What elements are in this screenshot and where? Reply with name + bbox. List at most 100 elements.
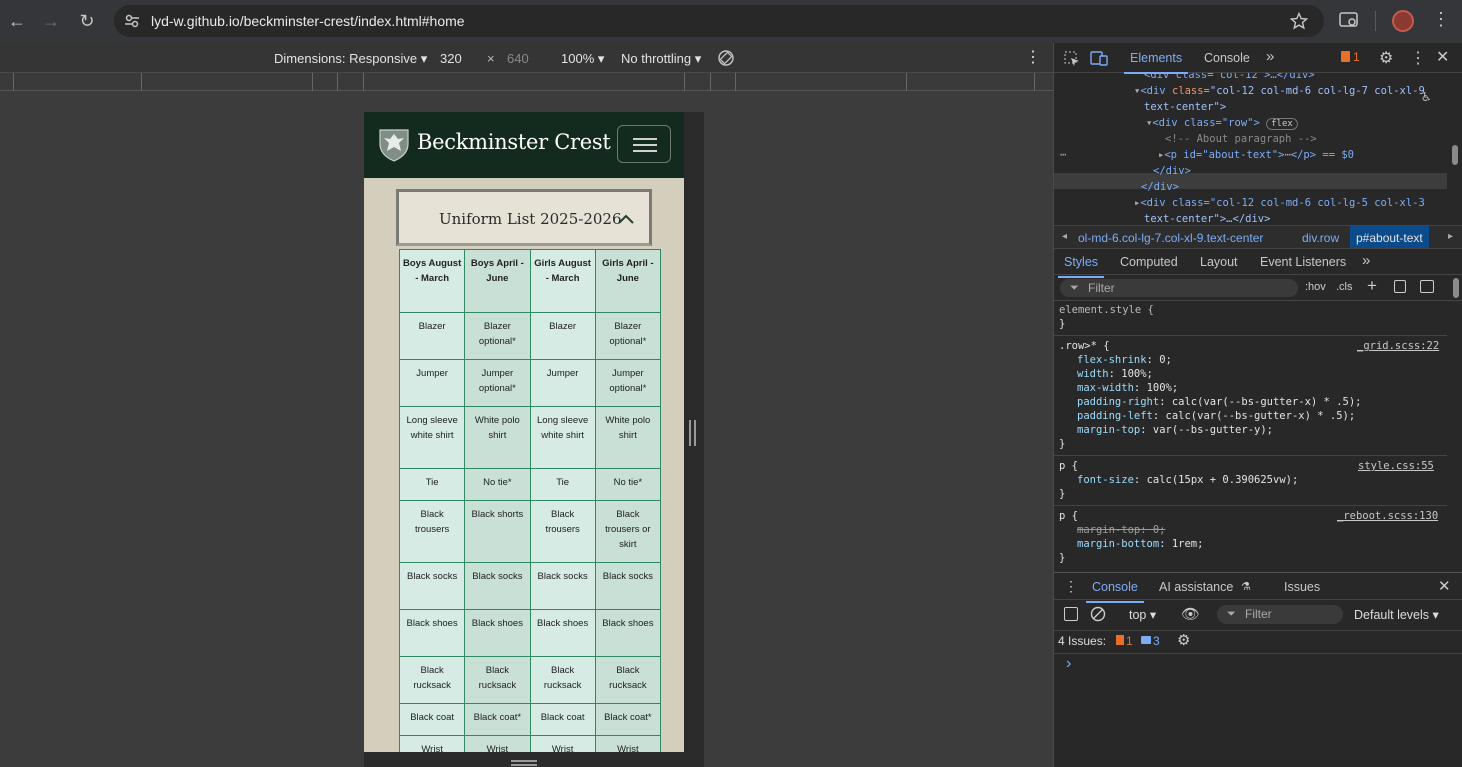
throttling-dropdown[interactable]: No throttling ▾ <box>621 51 701 67</box>
rule-selector[interactable]: p { <box>1059 509 1078 523</box>
context-dropdown[interactable]: top ▾ <box>1129 607 1156 622</box>
table-cell: Black rucksack <box>529 656 596 704</box>
css-declaration[interactable]: padding-left: calc(var(--bs-gutter-x) * … <box>1077 409 1355 423</box>
styles-filter-input[interactable]: ⏷ Filter <box>1060 279 1298 297</box>
dimensions-dropdown[interactable]: Dimensions: Responsive ▾ <box>274 51 427 67</box>
console-prompt[interactable]: › <box>1066 655 1071 673</box>
hamburger-menu-button[interactable] <box>617 125 671 163</box>
element-style-selector[interactable]: element.style { <box>1059 303 1154 317</box>
inspect-element-icon[interactable] <box>1064 51 1080 67</box>
bookmark-star-icon[interactable] <box>1290 12 1308 30</box>
crest-logo-icon[interactable] <box>378 126 410 162</box>
dom-line[interactable]: ▸<p id="about-text">⋯</p> == $0 <box>1158 147 1354 163</box>
dom-line[interactable]: ▾<div class="row"> flex <box>1146 115 1298 132</box>
drawer-tab-console[interactable]: Console <box>1086 580 1144 603</box>
devtools-menu-icon[interactable]: ⋮ <box>1410 48 1426 68</box>
issues-count[interactable]: 1 <box>1353 50 1360 64</box>
rule-selector[interactable]: .row>* { <box>1059 339 1110 353</box>
device-more-icon[interactable]: ⋮ <box>1025 47 1041 67</box>
console-settings-gear-icon[interactable]: ⚙ <box>1177 631 1190 649</box>
settings-gear-icon[interactable]: ⚙ <box>1379 48 1393 68</box>
new-rule-icon[interactable]: + <box>1367 276 1377 296</box>
drawer-tab-ai-assistance[interactable]: AI assistance <box>1159 580 1233 594</box>
tab-elements[interactable]: Elements <box>1123 51 1189 74</box>
height-input[interactable]: 640 <box>507 51 529 66</box>
drawer-menu-icon[interactable]: ⋮ <box>1064 578 1078 595</box>
issues-errors-count[interactable]: 1 <box>1126 634 1133 648</box>
css-declaration[interactable]: margin-bottom: 1rem; <box>1077 537 1203 551</box>
css-declaration[interactable]: font-size: calc(15px + 0.390625vw); <box>1077 473 1298 487</box>
dom-line[interactable]: </div> <box>1153 163 1191 179</box>
site-settings-icon[interactable] <box>124 13 140 29</box>
more-tabs-icon[interactable]: » <box>1266 48 1274 65</box>
rule-source-link[interactable]: style.css:55 <box>1358 459 1434 473</box>
resize-handle-bottom[interactable] <box>364 752 704 767</box>
css-declaration[interactable]: padding-right: calc(var(--bs-gutter-x) *… <box>1077 395 1362 409</box>
live-expression-eye-icon[interactable]: 👁 <box>1181 605 1200 623</box>
issues-summary-label[interactable]: 4 Issues: <box>1058 634 1106 648</box>
browser-menu-icon[interactable]: ⋮ <box>1432 9 1450 30</box>
forward-icon[interactable]: → <box>40 10 62 32</box>
width-input[interactable]: 320 <box>440 51 462 66</box>
console-filter-input[interactable]: ⏷ Filter <box>1217 605 1343 624</box>
styles-scrollbar[interactable] <box>1453 278 1459 298</box>
breadcrumb-left-icon[interactable]: ◂ <box>1062 231 1067 242</box>
drawer-tab-issues[interactable]: Issues <box>1284 580 1320 594</box>
rule-source-link[interactable]: _grid.scss:22 <box>1357 339 1439 353</box>
uniform-accordion-header[interactable]: Uniform List 2025-2026 <box>396 189 652 246</box>
clear-console-icon[interactable] <box>1090 606 1106 622</box>
reload-icon[interactable]: ↻ <box>76 10 98 32</box>
dom-comment[interactable]: <!-- About paragraph --> <box>1165 131 1317 147</box>
table-cell: Black shoes <box>464 609 531 657</box>
tab-computed[interactable]: Computed <box>1120 255 1178 269</box>
issues-info-count[interactable]: 3 <box>1153 634 1160 648</box>
table-cell: Wrist <box>594 735 662 752</box>
dom-line[interactable]: ▸<div class="col-12 col-md-6 col-lg-5 co… <box>1134 195 1425 211</box>
tab-console[interactable]: Console <box>1204 51 1250 65</box>
css-declaration[interactable]: max-width: 100%; <box>1077 381 1178 395</box>
breadcrumb-right-icon[interactable]: ▸ <box>1448 231 1453 242</box>
rotate-icon[interactable] <box>717 49 735 67</box>
close-drawer-icon[interactable]: ✕ <box>1438 577 1451 595</box>
dom-more-icon[interactable]: ⋯ <box>1060 147 1066 163</box>
issues-flag-icon[interactable] <box>1341 51 1350 62</box>
back-icon[interactable]: ← <box>6 10 28 32</box>
dom-line[interactable]: text-center"> <box>1144 99 1226 115</box>
address-bar[interactable]: lyd-w.github.io/beckminster-crest/index.… <box>114 5 1324 37</box>
tab-styles[interactable]: Styles <box>1057 255 1105 278</box>
profile-avatar[interactable] <box>1392 10 1414 32</box>
css-declaration[interactable]: width: 100%; <box>1077 367 1153 381</box>
flex-badge[interactable]: flex <box>1266 118 1298 130</box>
zoom-dropdown[interactable]: 100% ▾ <box>561 51 604 67</box>
close-devtools-icon[interactable]: ✕ <box>1436 47 1449 67</box>
dom-scrollbar[interactable] <box>1452 145 1458 165</box>
cast-icon[interactable] <box>1339 12 1359 30</box>
dom-line[interactable]: <div class="col-12">…</div> <box>1144 73 1315 83</box>
breadcrumb-item-selected[interactable]: p#about-text <box>1350 226 1429 248</box>
accessibility-icon[interactable]: ♿ <box>1422 89 1430 105</box>
breadcrumb-item[interactable]: ol-md-6.col-lg-7.col-xl-9.text-center <box>1078 231 1263 245</box>
dom-line[interactable]: text-center">…</div> <box>1144 211 1270 225</box>
breadcrumb-item[interactable]: div.row <box>1302 231 1339 245</box>
more-style-tabs-icon[interactable]: » <box>1362 252 1370 269</box>
toggle-sidebar-icon[interactable] <box>1420 280 1434 293</box>
tab-layout[interactable]: Layout <box>1200 255 1238 269</box>
resize-handle-right[interactable] <box>684 112 704 752</box>
rule-selector[interactable]: p { <box>1059 459 1078 473</box>
log-levels-dropdown[interactable]: Default levels ▾ <box>1354 607 1439 622</box>
css-declaration[interactable]: flex-shrink: 0; <box>1077 353 1172 367</box>
tab-event-listeners[interactable]: Event Listeners <box>1260 255 1346 269</box>
cls-toggle[interactable]: .cls <box>1336 281 1353 293</box>
rule-source-link[interactable]: _reboot.scss:130 <box>1337 509 1438 523</box>
console-sidebar-icon[interactable] <box>1064 607 1078 621</box>
site-brand[interactable]: Beckminster Crest <box>417 130 611 154</box>
dom-line[interactable]: ▾<div class="col-12 col-md-6 col-lg-7 co… <box>1134 83 1425 99</box>
selected-dom-node[interactable] <box>1054 173 1447 189</box>
zoom-label: 100% <box>561 51 595 66</box>
dom-line[interactable]: </div> <box>1141 179 1179 195</box>
format-painter-icon[interactable] <box>1394 280 1406 293</box>
css-declaration-overridden[interactable]: margin-top: 0; <box>1077 523 1166 537</box>
hov-toggle[interactable]: :hov <box>1305 281 1326 293</box>
device-toggle-icon[interactable] <box>1090 50 1108 66</box>
css-declaration[interactable]: margin-top: var(--bs-gutter-y); <box>1077 423 1273 437</box>
